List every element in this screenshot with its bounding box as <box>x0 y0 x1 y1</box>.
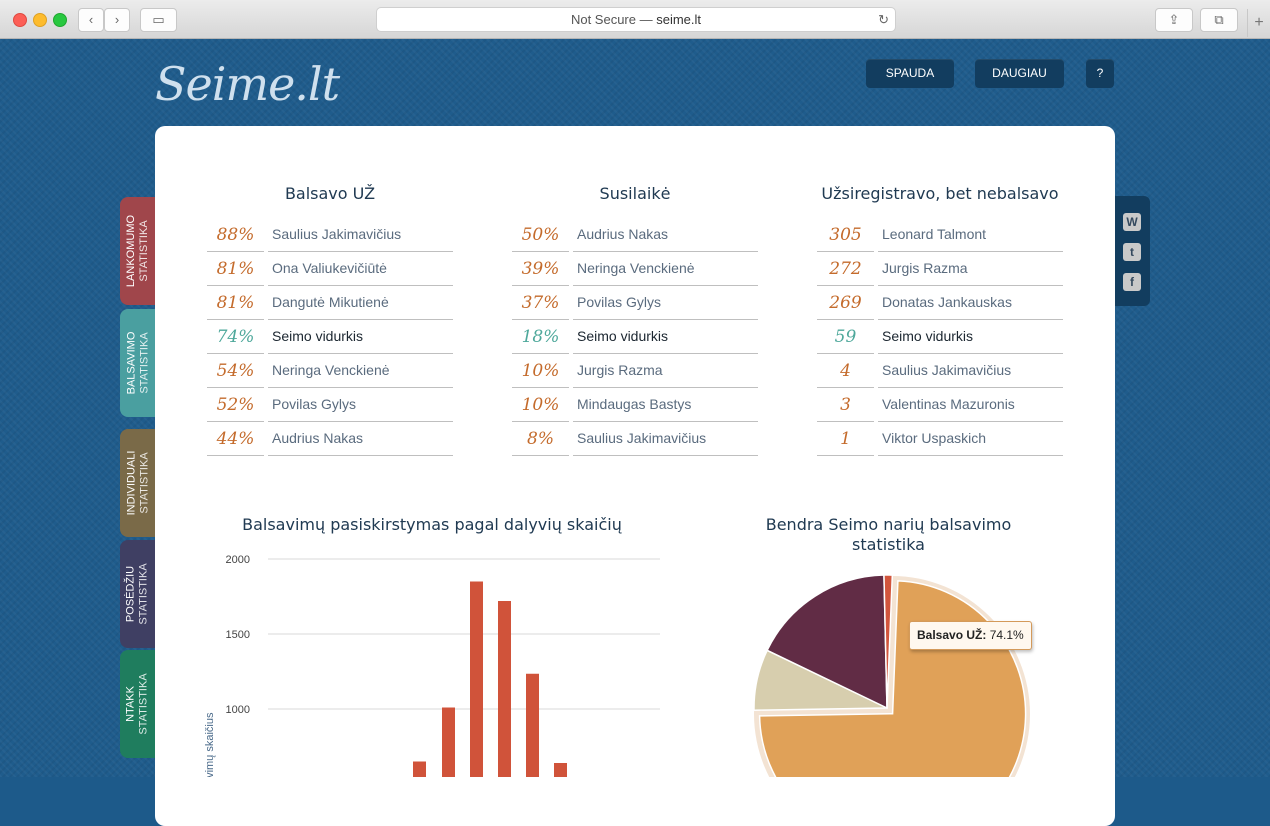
forward-button[interactable]: › <box>104 8 130 32</box>
bar <box>442 707 455 777</box>
y-tick-label: 1500 <box>226 629 250 641</box>
bar <box>526 673 539 777</box>
zoom-window-button[interactable] <box>53 13 67 27</box>
pie-tooltip: Balsavo UŽ: 74.1% <box>909 621 1032 650</box>
bar <box>554 763 567 777</box>
back-button[interactable]: ‹ <box>78 8 104 32</box>
minimize-window-button[interactable] <box>33 13 47 27</box>
security-label: Not Secure — <box>570 12 653 27</box>
sidebar-toggle-button[interactable]: ▭ <box>140 8 177 32</box>
address-bar[interactable]: Not Secure — seime.lt ↻ <box>376 7 896 32</box>
share-icon: ⇪ <box>1168 12 1180 27</box>
share-button[interactable]: ⇪ <box>1155 8 1193 32</box>
bar <box>413 761 426 777</box>
charts-layer: 1000 1500 2000 Balsavimų skaičius <box>204 554 1030 777</box>
page-background: Seime.lt SPAUDA DAUGIAU ? LANKOMUMO STATI… <box>0 39 1270 826</box>
reload-icon[interactable]: ↻ <box>878 8 889 31</box>
sidebar-icon: ▭ <box>152 12 165 27</box>
chevron-left-icon: ‹ <box>88 12 94 27</box>
y-tick-label: 2000 <box>226 554 250 566</box>
chevron-right-icon: › <box>114 12 120 27</box>
bar <box>498 601 511 777</box>
y-tick-label: 1000 <box>226 704 250 716</box>
bar <box>470 581 483 777</box>
tabs-overview-button[interactable]: ⧉ <box>1200 8 1238 32</box>
y-axis-label: Balsavimų skaičius <box>204 712 216 777</box>
url-host: seime.lt <box>656 12 702 27</box>
browser-toolbar: ‹ › ▭ Not Secure — seime.lt ↻ ⇪ ⧉ + <box>0 0 1270 39</box>
tooltip-label: Balsavo UŽ: <box>917 628 987 642</box>
tooltip-value: 74.1% <box>989 628 1024 642</box>
tabs-icon: ⧉ <box>1214 12 1224 27</box>
plus-icon: + <box>1254 14 1264 31</box>
close-window-button[interactable] <box>13 13 27 27</box>
new-tab-button[interactable]: + <box>1247 9 1270 37</box>
